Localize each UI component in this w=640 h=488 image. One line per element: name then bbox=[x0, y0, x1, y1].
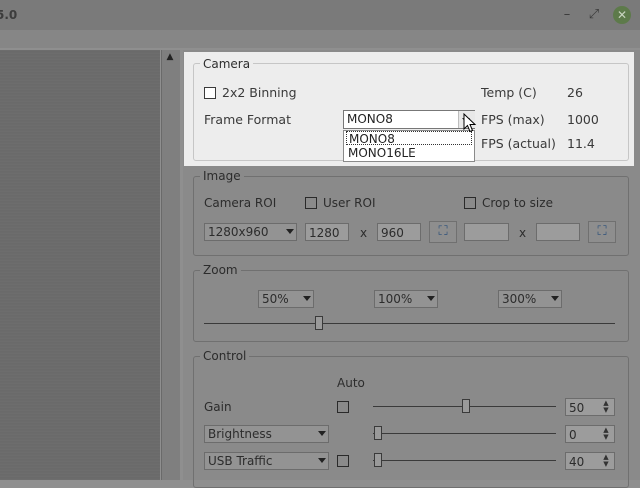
user-roi-label: User ROI bbox=[323, 196, 376, 210]
binning-checkbox[interactable] bbox=[204, 87, 216, 99]
crop-width-input[interactable] bbox=[464, 223, 509, 241]
restore-icon[interactable]: ⤢ bbox=[585, 6, 603, 24]
auto-label: Auto bbox=[337, 376, 365, 390]
minimize-icon[interactable]: – bbox=[558, 6, 576, 24]
zoom-100-button[interactable]: 100% bbox=[374, 290, 438, 308]
zoom-50-button[interactable]: 50% bbox=[258, 290, 314, 308]
brightness-slider-handle[interactable] bbox=[374, 426, 382, 440]
title-bar bbox=[0, 0, 640, 30]
frame-format-option-mono8[interactable]: MONO8 bbox=[346, 131, 472, 146]
temp-label: Temp (C) bbox=[481, 85, 537, 100]
image-group-title: Image bbox=[200, 169, 244, 183]
fit-roi-icon[interactable]: ⛶ bbox=[429, 221, 457, 243]
roi-width-input[interactable]: 1280 bbox=[305, 223, 349, 241]
chevron-down-icon bbox=[318, 458, 326, 463]
brightness-select[interactable]: Brightness bbox=[204, 425, 329, 443]
fps-actual-value: 11.4 bbox=[567, 136, 595, 151]
zoom-300-label: 300% bbox=[502, 292, 537, 306]
usb-value-input[interactable]: 40 ▲ ▼ bbox=[565, 452, 615, 470]
usb-value: 40 bbox=[569, 455, 585, 469]
frame-format-label: Frame Format bbox=[204, 112, 291, 127]
control-group-title: Control bbox=[200, 349, 250, 363]
usb-traffic-select-value: USB Traffic bbox=[208, 454, 273, 468]
brightness-slider-track[interactable] bbox=[373, 433, 556, 434]
gain-value-input[interactable]: 50 ▲ ▼ bbox=[565, 398, 615, 416]
mouse-cursor-icon bbox=[463, 113, 477, 133]
close-icon[interactable]: ✕ bbox=[613, 6, 631, 24]
viewer-scrollbar[interactable] bbox=[161, 50, 180, 480]
brightness-select-value: Brightness bbox=[208, 427, 272, 441]
gain-value: 50 bbox=[569, 401, 585, 415]
crop-x-label: x bbox=[519, 226, 527, 240]
usb-slider-handle[interactable] bbox=[374, 453, 382, 467]
window-title: 5.0 bbox=[0, 8, 18, 22]
chevron-down-icon bbox=[427, 296, 435, 301]
crop-checkbox[interactable] bbox=[464, 197, 476, 209]
zoom-50-label: 50% bbox=[262, 292, 289, 306]
frame-format-value: MONO8 bbox=[347, 112, 393, 126]
usb-slider-track[interactable] bbox=[373, 460, 556, 461]
chevron-down-icon bbox=[551, 296, 559, 301]
image-viewer[interactable] bbox=[0, 50, 160, 480]
camera-roi-label: Camera ROI bbox=[204, 196, 277, 210]
menu-bar bbox=[0, 30, 640, 48]
frame-format-option-mono16le[interactable]: MONO16LE bbox=[346, 146, 472, 160]
fps-actual-label: FPS (actual) bbox=[481, 136, 556, 151]
zoom-group-title: Zoom bbox=[200, 263, 241, 277]
fps-max-value: 1000 bbox=[567, 112, 599, 127]
roi-height-input[interactable]: 960 bbox=[377, 223, 421, 241]
fit-crop-icon[interactable]: ⛶ bbox=[588, 221, 616, 243]
gain-label: Gain bbox=[204, 400, 232, 414]
fps-max-label: FPS (max) bbox=[481, 112, 545, 127]
image-group bbox=[193, 176, 629, 256]
chevron-down-icon bbox=[303, 296, 311, 301]
roi-select[interactable]: 1280x960 bbox=[204, 223, 297, 241]
brightness-value: 0 bbox=[569, 428, 577, 442]
usb-traffic-select[interactable]: USB Traffic bbox=[204, 452, 329, 470]
binning-label: 2x2 Binning bbox=[222, 85, 297, 100]
gain-slider-handle[interactable] bbox=[462, 399, 470, 413]
temp-value: 26 bbox=[567, 85, 583, 100]
zoom-100-label: 100% bbox=[378, 292, 413, 306]
crop-label: Crop to size bbox=[482, 196, 553, 210]
brightness-value-input[interactable]: 0 ▲ ▼ bbox=[565, 425, 615, 443]
spin-arrows-icon[interactable]: ▲ ▼ bbox=[599, 400, 613, 414]
zoom-slider-handle[interactable] bbox=[315, 316, 324, 330]
gain-auto-checkbox[interactable] bbox=[337, 401, 349, 413]
user-roi-checkbox[interactable] bbox=[305, 197, 317, 209]
spin-arrows-icon[interactable]: ▲ ▼ bbox=[599, 454, 613, 468]
chevron-down-icon bbox=[286, 229, 294, 234]
usb-auto-checkbox[interactable] bbox=[337, 455, 349, 467]
spin-arrows-icon[interactable]: ▲ ▼ bbox=[599, 427, 613, 441]
zoom-300-button[interactable]: 300% bbox=[498, 290, 562, 308]
chevron-down-icon bbox=[318, 431, 326, 436]
zoom-slider-track[interactable] bbox=[204, 323, 615, 324]
crop-height-input[interactable] bbox=[536, 223, 580, 241]
scroll-up-icon[interactable]: ▲ bbox=[163, 52, 177, 66]
camera-group-title: Camera bbox=[200, 57, 254, 71]
roi-x-label: x bbox=[360, 226, 368, 240]
roi-select-value: 1280x960 bbox=[208, 225, 269, 239]
